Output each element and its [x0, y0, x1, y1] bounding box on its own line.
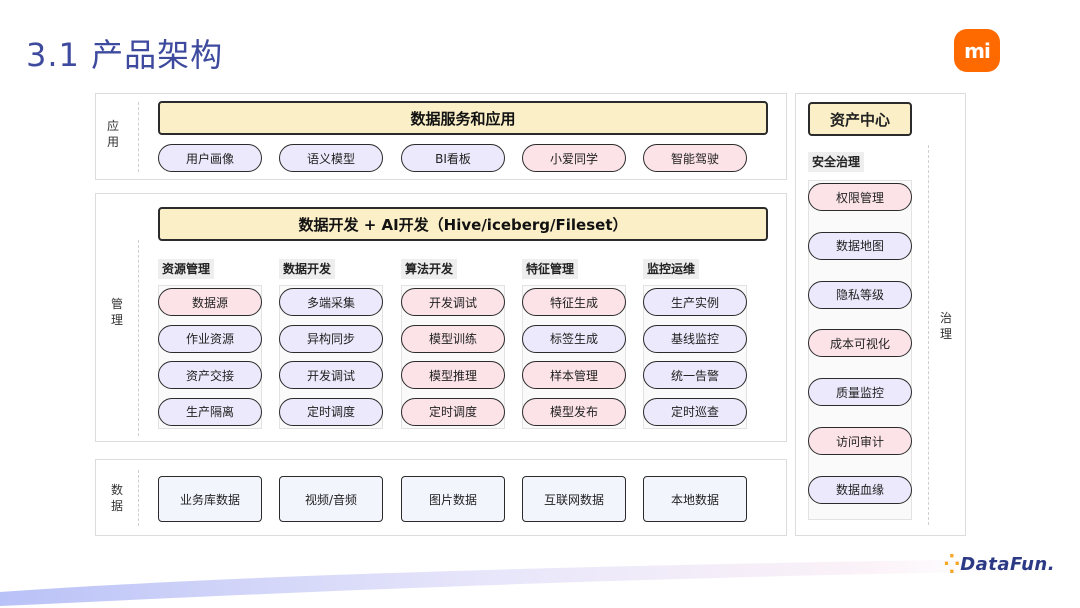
application-item: 智能驾驶: [643, 144, 747, 172]
management-item: 特征生成: [522, 288, 626, 316]
data-divider: [138, 470, 139, 526]
governance-item: 权限管理: [808, 183, 912, 211]
management-item: 模型训练: [401, 324, 505, 353]
governance-item: 访问审计: [808, 427, 912, 455]
management-item: 样本管理: [522, 361, 626, 389]
data-source-box: 业务库数据: [158, 476, 262, 522]
governance-header: 资产中心: [808, 102, 912, 136]
xiaomi-logo: mi: [954, 29, 1000, 72]
application-item: BI看板: [401, 144, 505, 172]
data-source-box: 互联网数据: [522, 476, 626, 522]
data-source-box: 视频/音频: [279, 476, 383, 522]
governance-item: 数据血缘: [808, 475, 912, 504]
application-item: 用户画像: [158, 144, 262, 172]
management-item: 模型推理: [401, 361, 505, 389]
data-side-label: 数据: [110, 483, 123, 513]
management-item: 多端采集: [279, 288, 383, 316]
application-item: 语义模型: [279, 144, 383, 172]
governance-item: 成本可视化: [808, 329, 912, 358]
governance-item: 数据地图: [808, 231, 912, 260]
management-group-label: 监控运维: [643, 259, 700, 279]
governance-item: 隐私等级: [808, 280, 912, 309]
page-title: 3.1 产品架构: [26, 36, 224, 74]
management-item: 定时巡查: [643, 397, 747, 426]
datafun-dots-icon: ⁛: [944, 554, 961, 575]
management-item: 异构同步: [279, 324, 383, 353]
management-banner: 数据开发 + AI开发（Hive/iceberg/Fileset）: [158, 207, 768, 241]
management-item: 生产隔离: [158, 397, 262, 426]
management-item: 定时调度: [279, 397, 383, 426]
data-source-box: 图片数据: [401, 476, 505, 522]
governance-side-label: 治理: [939, 311, 952, 341]
management-item: 开发调试: [401, 288, 505, 316]
governance-group-label: 安全治理: [808, 152, 865, 172]
management-item: 标签生成: [522, 324, 626, 353]
datafun-text: DataFun.: [960, 554, 1056, 575]
management-group-label: 资源管理: [158, 259, 215, 279]
application-banner: 数据服务和应用: [158, 101, 768, 135]
application-divider: [138, 102, 139, 172]
datafun-brand: ⁛DataFun.: [944, 554, 1055, 575]
management-group-label: 数据开发: [279, 259, 336, 279]
management-divider: [138, 240, 139, 436]
management-item: 开发调试: [279, 361, 383, 389]
management-side-label: 管理: [110, 297, 123, 327]
management-item: 基线监控: [643, 324, 747, 353]
governance-item: 质量监控: [808, 378, 912, 407]
application-side-label: 应用: [106, 119, 119, 149]
management-group-label: 算法开发: [401, 259, 458, 279]
management-group-label: 特征管理: [522, 259, 579, 279]
management-item: 定时调度: [401, 397, 505, 426]
data-source-box: 本地数据: [643, 476, 747, 522]
management-item: 作业资源: [158, 324, 262, 353]
management-item: 模型发布: [522, 397, 626, 426]
management-item: 生产实例: [643, 288, 747, 316]
governance-divider: [928, 145, 929, 525]
application-item: 小爱同学: [522, 144, 626, 172]
management-item: 资产交接: [158, 361, 262, 389]
footer-swoosh: [0, 558, 1080, 606]
management-item: 统一告警: [643, 361, 747, 389]
management-item: 数据源: [158, 288, 262, 316]
